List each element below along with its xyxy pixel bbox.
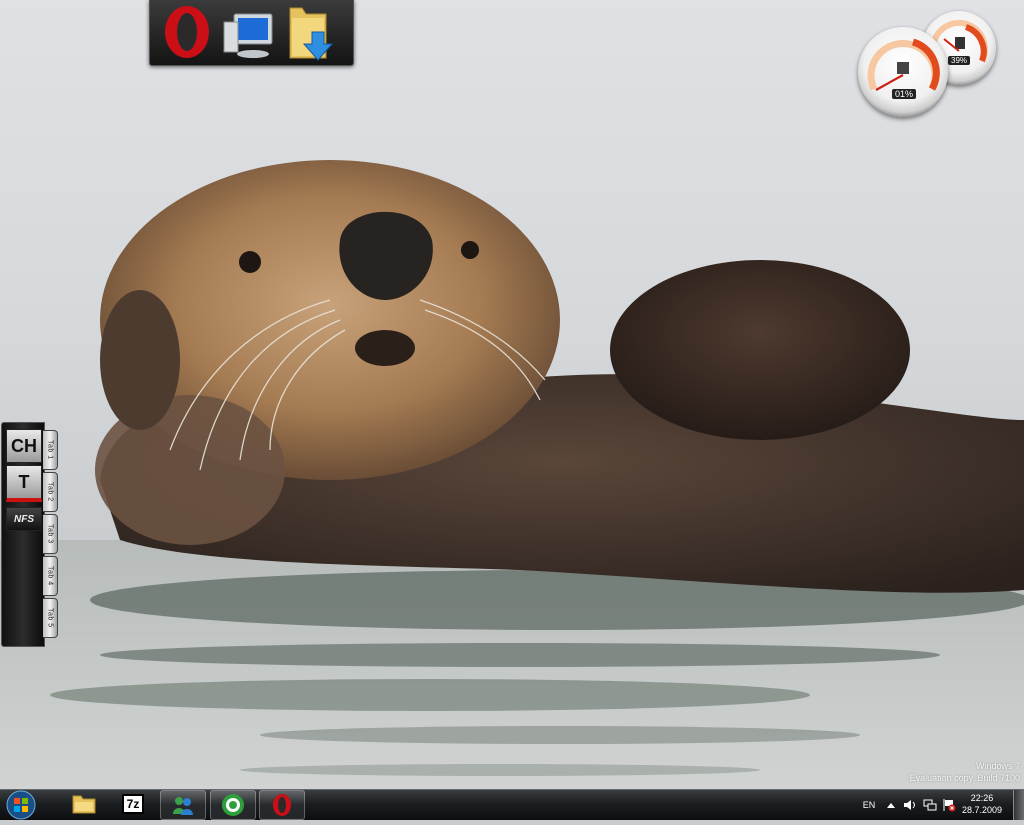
show-desktop-button[interactable] [1013,790,1024,820]
show-hidden-icons-arrow [887,803,895,808]
taskbar-messenger[interactable] [160,790,206,820]
tab-2[interactable]: Tab 2 [43,472,58,512]
launcher-opera[interactable] [158,2,216,62]
language-indicator[interactable]: EN [858,790,880,820]
logo-t[interactable]: T [6,465,42,502]
windows-watermark: Windows 7 Evaluation copy. Build 7100 [910,760,1020,784]
taskbar-7zip[interactable]: 7z [111,790,155,818]
clock-time: 22:26 [970,793,994,803]
action-center-flag-icon [943,799,956,812]
desktop[interactable]: 39% 01% CH T NFS Tab 1 Tab 2 Tab 3 Tab 4… [0,0,1024,789]
tab-5[interactable]: Tab 5 [43,598,58,638]
logo-nfs[interactable]: NFS [6,507,42,531]
tab-2-label: Tab 2 [46,482,54,502]
tab-1[interactable]: Tab 1 [43,430,58,470]
network-button[interactable] [922,790,938,820]
tab-4[interactable]: Tab 4 [43,556,58,596]
opera-icon [273,794,291,816]
tab-1-label: Tab 1 [46,440,54,460]
7zip-icon: 7z [121,794,145,814]
show-hidden-icons-button[interactable] [884,790,898,820]
watermark-line2: Evaluation copy. Build 7100 [909,773,1020,783]
launcher-computer[interactable] [220,2,278,62]
messenger-icon [173,797,193,815]
taskbar: 7z EN 22:26 28.7.2009 [0,789,1024,820]
cpu-gauge: 01% [858,27,948,117]
cpu-percent: 01% [892,89,917,99]
opera-icon [165,6,209,58]
volume-icon [904,800,915,810]
clock[interactable]: 22:26 28.7.2009 [958,792,1006,816]
watermark-line1: Windows 7 [975,761,1020,771]
tab-widget-body: CH T NFS [1,422,45,647]
taskbar-media-app[interactable] [210,790,256,820]
explorer-folder-icon [72,795,96,814]
logo-ch[interactable]: CH [6,429,42,463]
quick-launch-dock [149,0,354,66]
wallpaper-image [0,160,1024,789]
tab-4-label: Tab 4 [46,566,54,586]
tab-3[interactable]: Tab 3 [43,514,58,554]
launcher-downloads[interactable] [282,2,340,62]
side-tab-widget: CH T NFS Tab 1 Tab 2 Tab 3 Tab 4 Tab 5 [1,422,58,647]
action-center-button[interactable] [941,790,957,820]
memory-chip-icon [955,37,965,49]
volume-button[interactable] [902,790,918,820]
cpu-chip-icon [897,62,909,74]
windows-start-icon [6,790,36,820]
taskbar-opera[interactable] [259,790,305,820]
taskbar-explorer[interactable] [62,790,106,818]
green-circle-icon [222,794,244,816]
downloads-folder-icon [289,7,334,61]
ram-percent: 39% [948,56,971,65]
start-button[interactable] [3,790,39,820]
network-icon [923,799,937,811]
tab-5-label: Tab 5 [46,608,54,628]
computer-icon [223,13,273,58]
clock-date: 28.7.2009 [961,805,1003,815]
tab-3-label: Tab 3 [46,524,54,544]
